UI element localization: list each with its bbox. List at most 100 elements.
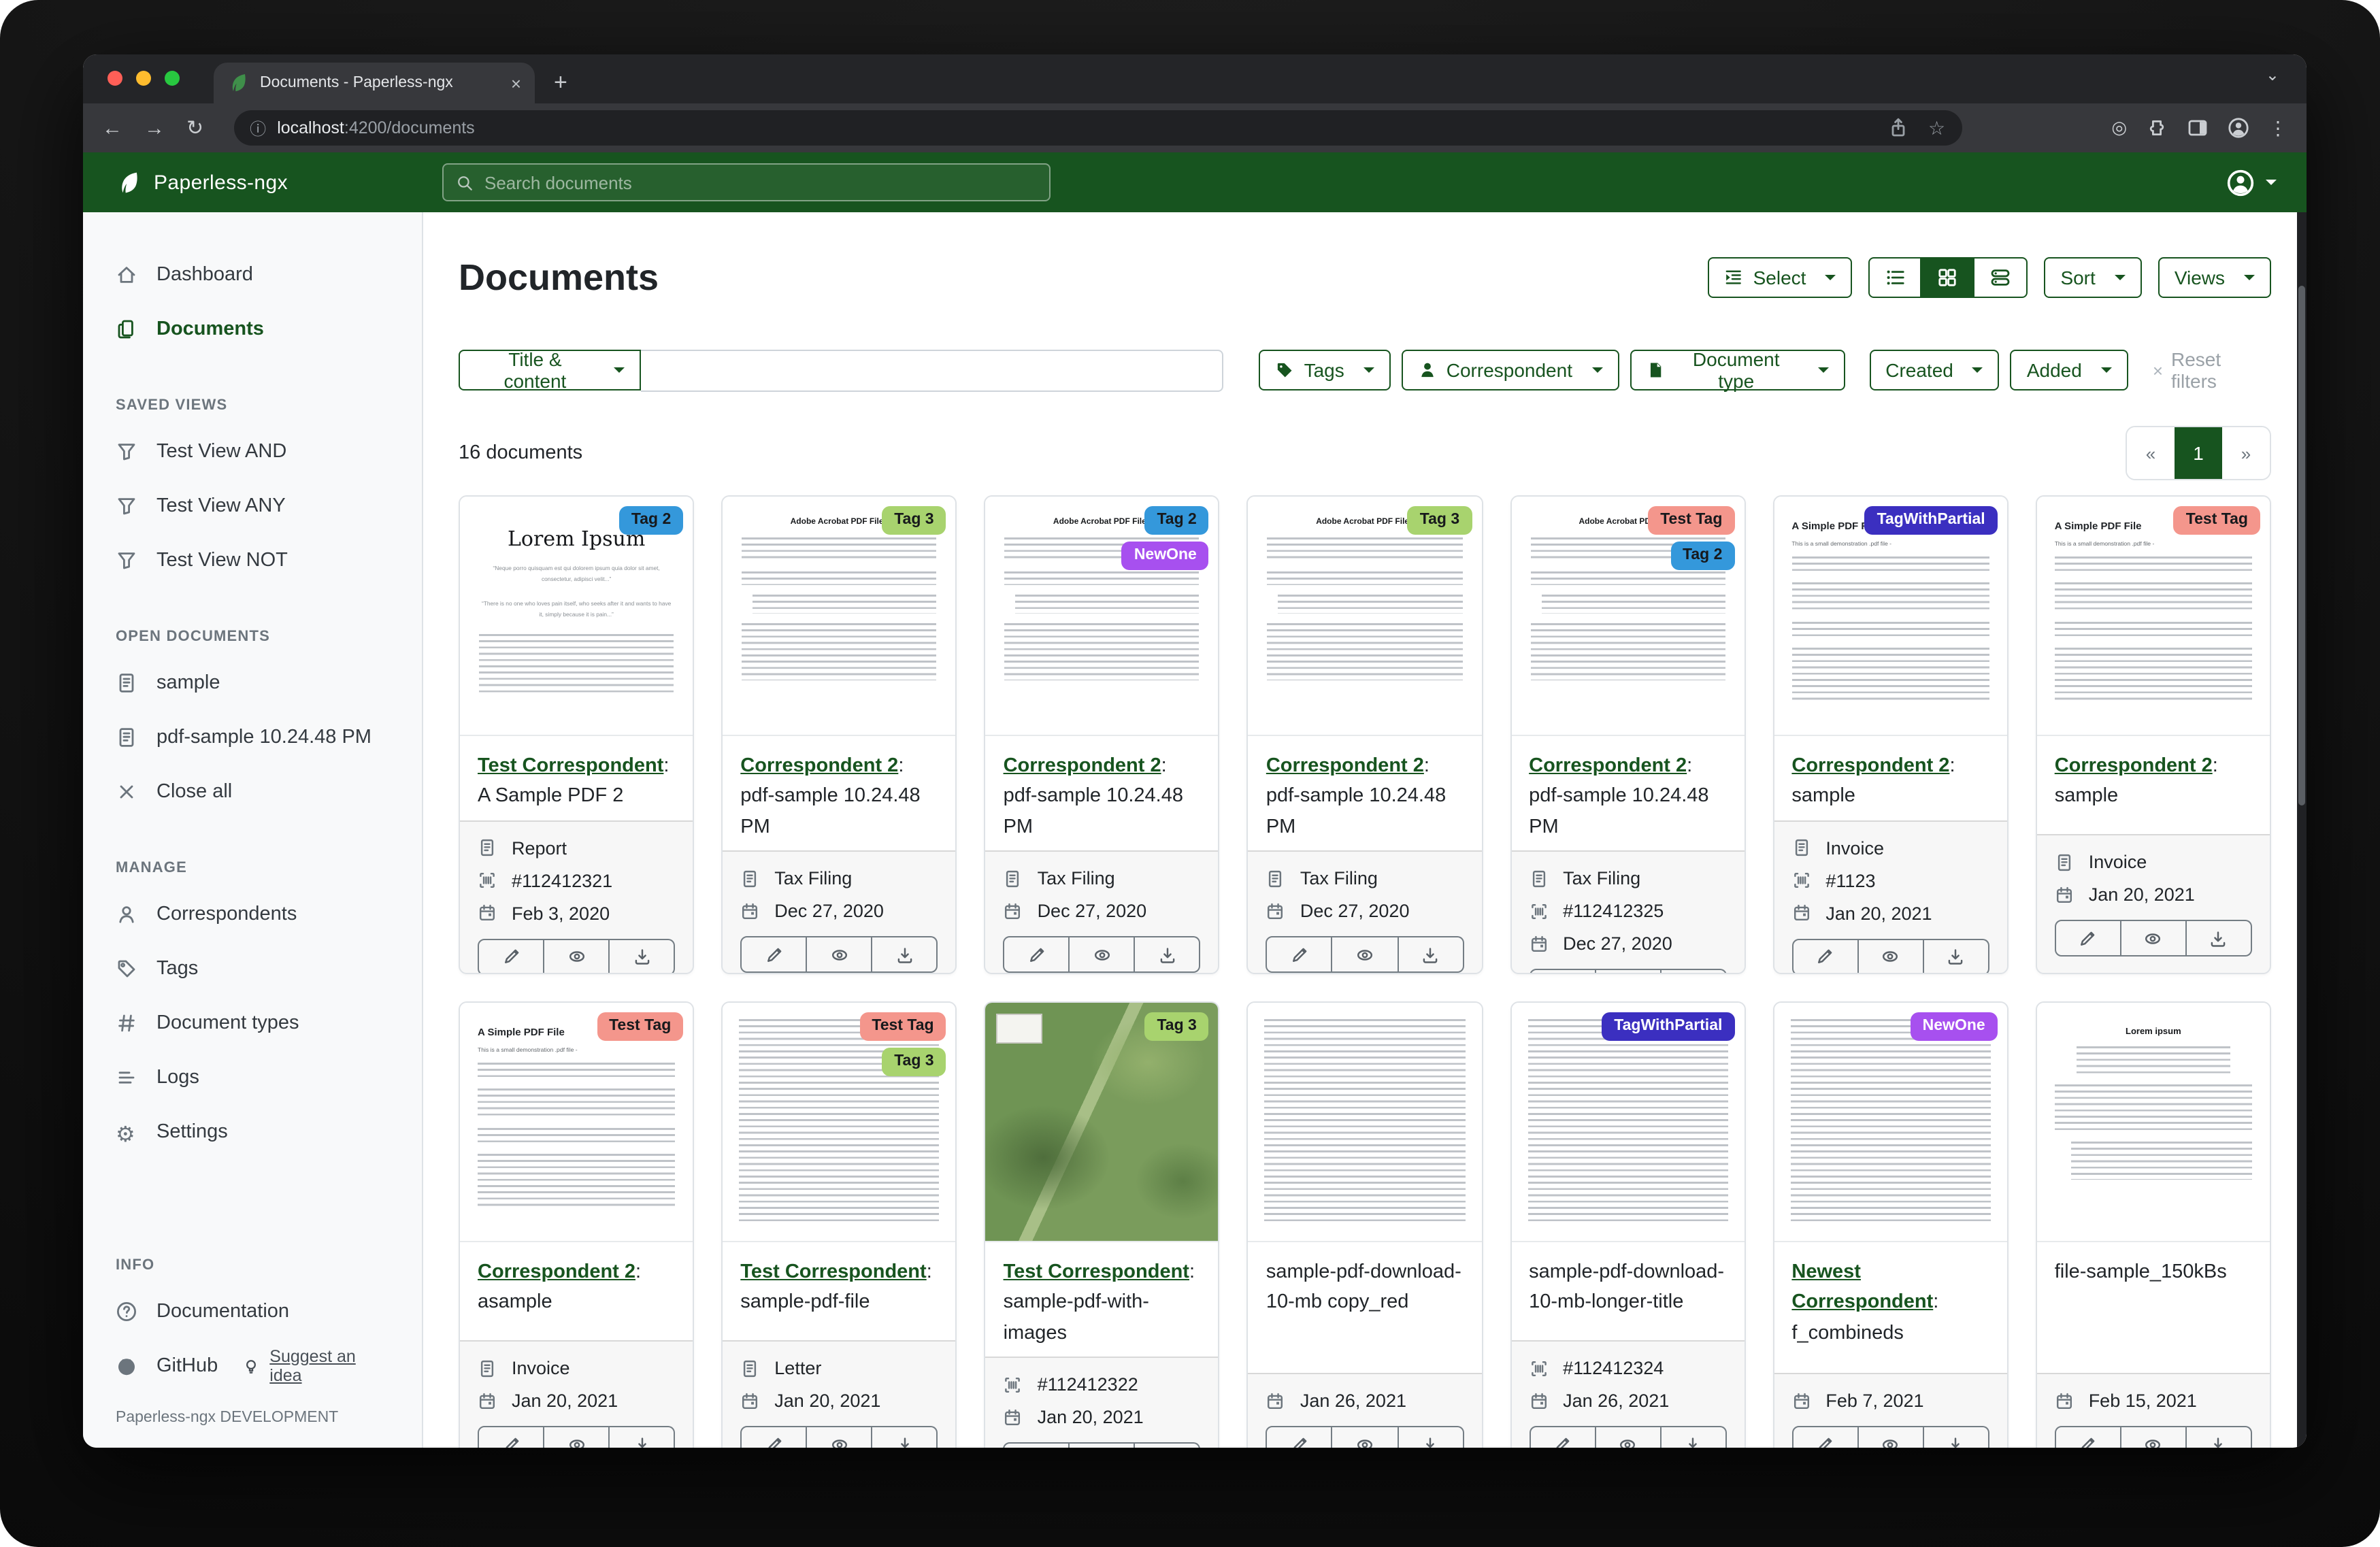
download-button[interactable] xyxy=(2187,920,2252,957)
sidebar-item-test-view-and[interactable]: Test View AND xyxy=(83,425,422,479)
view-button[interactable] xyxy=(807,937,872,974)
document-thumbnail[interactable]: Test TagTag 3 xyxy=(723,1003,955,1242)
document-card[interactable]: Adobe Acrobat PDF FilesTag 2NewOneCorres… xyxy=(985,495,1220,974)
edit-button[interactable] xyxy=(478,1426,544,1448)
document-thumbnail[interactable] xyxy=(1249,1003,1481,1242)
prev-page-button[interactable]: « xyxy=(2127,427,2175,479)
reload-button[interactable]: ↻ xyxy=(186,116,203,140)
tag-badge[interactable]: Tag 3 xyxy=(1144,1012,1208,1041)
document-title[interactable]: Test Correspondent: A Sample PDF 2 xyxy=(460,736,693,820)
experiments-badge-icon[interactable]: ◎ xyxy=(2111,117,2127,139)
list-view-button[interactable] xyxy=(1868,257,1921,298)
select-button[interactable]: Select xyxy=(1708,257,1853,298)
document-thumbnail[interactable]: Adobe Acrobat PDF FilesTag 2NewOne xyxy=(986,497,1219,736)
reset-filters-button[interactable]: × Reset filters xyxy=(2153,348,2271,392)
download-button[interactable] xyxy=(1661,969,1726,974)
sort-button[interactable]: Sort xyxy=(2044,257,2141,298)
app-brand[interactable]: Paperless-ngx xyxy=(116,169,288,195)
document-card[interactable]: Lorem Ipsum“Neque porro quisquam est qui… xyxy=(459,495,694,974)
view-button[interactable] xyxy=(1596,969,1661,974)
tag-badge[interactable]: Test Tag xyxy=(597,1012,683,1041)
tag-badge[interactable]: Test Tag xyxy=(859,1012,946,1041)
sidebar-item-logs[interactable]: Logs xyxy=(83,1050,422,1105)
document-title[interactable]: file-sample_150kBs xyxy=(2037,1242,2270,1373)
address-bar[interactable]: ⓘ localhost:4200/documents ☆ xyxy=(233,110,1962,146)
sidebar-item-tags[interactable]: Tags xyxy=(83,942,422,996)
edit-button[interactable] xyxy=(2055,1426,2121,1448)
edit-button[interactable] xyxy=(2055,920,2121,957)
download-button[interactable] xyxy=(1924,1426,1989,1448)
view-button[interactable] xyxy=(807,1426,872,1448)
document-thumbnail[interactable]: NewOne xyxy=(1774,1003,2006,1242)
document-thumbnail[interactable]: TagWithPartial xyxy=(1511,1003,1744,1242)
forward-button[interactable]: → xyxy=(144,116,165,139)
download-button[interactable] xyxy=(610,1426,675,1448)
document-thumbnail[interactable]: Adobe Acrobat PDF FilesTest TagTag 2 xyxy=(1511,497,1744,736)
document-thumbnail[interactable]: Adobe Acrobat PDF FilesTag 3 xyxy=(723,497,955,736)
view-button[interactable] xyxy=(544,939,610,974)
download-button[interactable] xyxy=(1136,1443,1201,1448)
sidebar-item-correspondents[interactable]: Correspondents xyxy=(83,887,422,942)
tab-close-icon[interactable]: × xyxy=(511,73,521,93)
filter-document-type-button[interactable]: Document type xyxy=(1630,350,1845,390)
document-title[interactable]: Correspondent 2: sample xyxy=(2037,736,2270,834)
view-button[interactable] xyxy=(2121,920,2187,957)
view-button[interactable] xyxy=(1333,1426,1398,1448)
sidebar-item-pdf-sample-10-24-48-pm[interactable]: pdf-sample 10.24.48 PM xyxy=(83,710,422,765)
view-button[interactable] xyxy=(1070,1443,1136,1448)
document-card[interactable]: Lorem ipsumfile-sample_150kBsFeb 15, 202… xyxy=(2036,1001,2271,1448)
edit-button[interactable] xyxy=(1791,939,1858,974)
document-card[interactable]: Adobe Acrobat PDF FilesTag 3Corresponden… xyxy=(1247,495,1483,974)
global-search[interactable] xyxy=(442,163,1051,201)
sidebar-item-github[interactable]: GitHubSuggest an idea xyxy=(83,1339,422,1393)
view-button[interactable] xyxy=(1070,937,1136,974)
browser-profile-avatar[interactable] xyxy=(2228,117,2249,139)
filter-tags-button[interactable]: Tags xyxy=(1259,350,1391,390)
correspondent-link[interactable]: Correspondent 2 xyxy=(478,1261,635,1283)
edit-button[interactable] xyxy=(1004,937,1070,974)
tag-badge[interactable]: TagWithPartial xyxy=(1865,506,1998,535)
sidebar-item-sample[interactable]: sample xyxy=(83,656,422,710)
edit-button[interactable] xyxy=(740,937,807,974)
document-thumbnail[interactable]: A Simple PDF FileThis is a small demonst… xyxy=(2037,497,2270,736)
views-button[interactable]: Views xyxy=(2158,257,2271,298)
download-button[interactable] xyxy=(610,939,675,974)
suggest-an-idea-link[interactable]: Suggest an idea xyxy=(242,1347,389,1385)
view-button[interactable] xyxy=(1333,937,1398,974)
document-card[interactable]: A Simple PDF FileThis is a small demonst… xyxy=(1772,495,2008,974)
new-tab-button[interactable]: + xyxy=(554,69,567,97)
document-card[interactable]: A Simple PDF FileThis is a small demonst… xyxy=(2036,495,2271,974)
document-title[interactable]: Test Correspondent: sample-pdf-file xyxy=(723,1242,955,1340)
sidebar-item-documentation[interactable]: Documentation xyxy=(83,1284,422,1339)
view-button[interactable] xyxy=(1859,939,1924,974)
document-title[interactable]: Correspondent 2: pdf-sample 10.24.48 PM xyxy=(1511,736,1744,851)
tag-badge[interactable]: Tag 3 xyxy=(1408,506,1472,535)
document-title[interactable]: Correspondent 2: pdf-sample 10.24.48 PM xyxy=(986,736,1219,851)
sidebar-item-document-types[interactable]: Document types xyxy=(83,996,422,1050)
download-button[interactable] xyxy=(2187,1426,2252,1448)
download-button[interactable] xyxy=(1924,939,1989,974)
download-button[interactable] xyxy=(1136,937,1201,974)
tag-badge[interactable]: Test Tag xyxy=(1648,506,1734,535)
current-page-button[interactable]: 1 xyxy=(2175,427,2222,479)
document-thumbnail[interactable]: Adobe Acrobat PDF FilesTag 3 xyxy=(1249,497,1481,736)
bookmark-star-icon[interactable]: ☆ xyxy=(1928,116,1945,139)
correspondent-link[interactable]: Correspondent 2 xyxy=(1791,755,1949,777)
tag-badge[interactable]: Tag 2 xyxy=(619,506,683,535)
document-thumbnail[interactable]: Tag 3 xyxy=(986,1003,1219,1242)
close-window-button[interactable] xyxy=(108,71,122,86)
download-button[interactable] xyxy=(1661,1426,1726,1448)
side-panel-icon[interactable] xyxy=(2187,117,2209,139)
view-button[interactable] xyxy=(2121,1426,2187,1448)
next-page-button[interactable]: » xyxy=(2222,427,2270,479)
view-button[interactable] xyxy=(1596,1426,1661,1448)
edit-button[interactable] xyxy=(1529,1426,1596,1448)
sidebar-item-documents[interactable]: Documents xyxy=(83,302,422,356)
correspondent-link[interactable]: Test Correspondent xyxy=(1004,1261,1189,1283)
document-thumbnail[interactable]: A Simple PDF FileThis is a small demonst… xyxy=(1774,497,2006,736)
filter-added-button[interactable]: Added xyxy=(2011,350,2128,390)
user-menu[interactable] xyxy=(2226,168,2277,197)
document-title[interactable]: Correspondent 2: pdf-sample 10.24.48 PM xyxy=(723,736,955,851)
back-button[interactable]: ← xyxy=(102,116,122,139)
tab-search-chevron-icon[interactable]: ⌄ xyxy=(2266,65,2279,84)
